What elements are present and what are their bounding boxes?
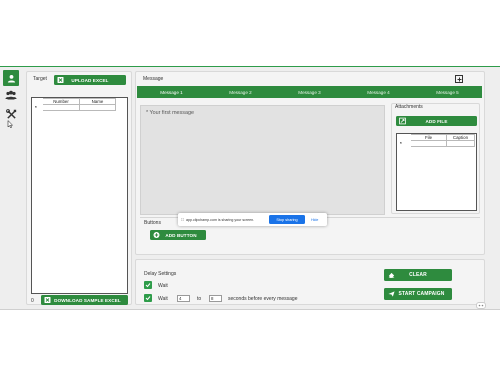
nav-user-icon[interactable] [3, 70, 19, 86]
message-label: Message [143, 76, 164, 82]
add-circle-icon [153, 232, 160, 239]
tab-message-2[interactable]: Message 2 [206, 86, 275, 98]
eraser-icon [388, 272, 395, 279]
table-cell[interactable] [42, 104, 80, 111]
side-nav [0, 67, 22, 309]
stop-sharing-button[interactable]: Stop sharing [269, 215, 305, 224]
download-sample-excel-button[interactable]: DOWNLOAD SAMPLE EXCEL [41, 295, 128, 305]
add-file-icon [399, 117, 406, 125]
buttons-label: Buttons [144, 220, 161, 226]
table-cell[interactable] [79, 104, 116, 111]
delay-row1-text: Wait [158, 283, 168, 289]
new-row-marker: * [32, 104, 43, 111]
target-label: Target [33, 76, 47, 82]
message-tabs: Message 1 Message 2 Message 3 Message 4 … [137, 86, 482, 98]
attachments-label: Attachments [395, 104, 423, 110]
table-row[interactable]: * [397, 140, 475, 147]
tab-message-1[interactable]: Message 1 [137, 86, 206, 98]
share-message: app.clipchamp.com is sharing your screen… [186, 217, 255, 222]
table-cell[interactable] [410, 140, 447, 147]
delay-checkbox-1[interactable] [144, 281, 152, 289]
add-message-icon[interactable] [455, 75, 463, 83]
add-button-button[interactable]: ADD BUTTON [150, 230, 206, 240]
attachments-panel: Attachments ADD FILE File Caption * [391, 103, 480, 214]
tab-message-5[interactable]: Message 5 [413, 86, 482, 98]
clear-label: CLEAR [409, 272, 427, 278]
corner-badge-icon [476, 302, 486, 309]
drag-handle-icon[interactable] [181, 218, 184, 221]
hide-share-link[interactable]: Hide [311, 218, 318, 222]
excel-icon [57, 77, 64, 84]
delay-suffix-text: seconds before every message [228, 296, 298, 302]
delay-row2-text: Wait [158, 296, 168, 302]
attachments-grid[interactable]: File Caption * [396, 133, 477, 211]
nav-group-icon[interactable] [3, 87, 19, 103]
mouse-cursor-icon [7, 115, 14, 129]
download-sample-excel-label: DOWNLOAD SAMPLE EXCEL [54, 297, 121, 303]
excel-icon [44, 297, 51, 304]
message-placeholder: * Your first message [146, 110, 194, 116]
target-panel: Target UPLOAD EXCEL Number Name * 0 DOWN… [26, 71, 132, 305]
delay-max-input[interactable]: 8 [209, 295, 222, 302]
clear-button[interactable]: CLEAR [384, 269, 452, 281]
target-count: 0 [31, 298, 34, 304]
delay-min-input[interactable]: 4 [177, 295, 190, 302]
add-button-label: ADD BUTTON [165, 232, 197, 238]
upload-excel-label: UPLOAD EXCEL [71, 77, 109, 83]
table-row[interactable]: * [32, 104, 116, 111]
start-campaign-label: START CAMPAIGN [398, 291, 445, 297]
upload-excel-button[interactable]: UPLOAD EXCEL [54, 75, 126, 85]
app-window: Target UPLOAD EXCEL Number Name * 0 DOWN… [0, 66, 500, 310]
message-textarea[interactable]: * Your first message [140, 105, 385, 215]
delay-panel: Delay Settings Wait Wait 4 to 8 seconds … [135, 259, 485, 305]
tab-message-3[interactable]: Message 3 [275, 86, 344, 98]
add-file-button[interactable]: ADD FILE [396, 116, 477, 126]
target-grid[interactable]: Number Name * [31, 97, 128, 294]
screen-share-bar: app.clipchamp.com is sharing your screen… [178, 213, 327, 226]
table-cell[interactable] [446, 140, 475, 147]
start-campaign-button[interactable]: START CAMPAIGN [384, 288, 452, 300]
delay-to-text: to [197, 296, 202, 302]
send-icon [388, 291, 395, 298]
delay-checkbox-2[interactable] [144, 294, 152, 302]
add-file-label: ADD FILE [425, 118, 448, 124]
tab-message-4[interactable]: Message 4 [344, 86, 413, 98]
delay-settings-label: Delay Settings [144, 271, 177, 277]
new-row-marker: * [397, 140, 411, 147]
